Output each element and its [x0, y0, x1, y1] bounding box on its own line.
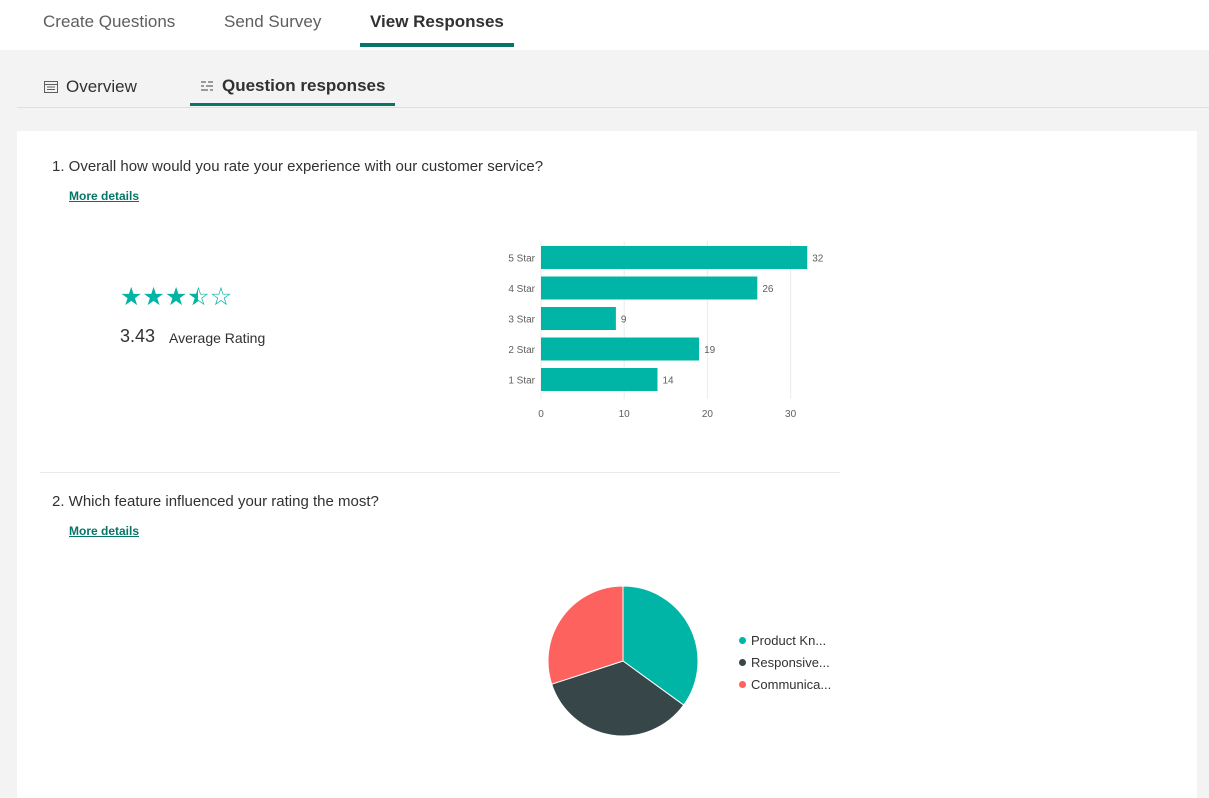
bar[interactable] — [541, 307, 616, 330]
y-category-label: 2 Star — [508, 345, 535, 356]
responses-card: 1. Overall how would you rate your exper… — [17, 131, 1197, 798]
average-rating-label: Average Rating — [169, 330, 266, 346]
subtab-question-responses-label: Question responses — [222, 75, 386, 95]
star-empty-icon: ☆ — [209, 282, 233, 311]
legend-dot — [739, 680, 746, 688]
bar-value-label: 32 — [812, 254, 824, 265]
bar-value-label: 26 — [762, 284, 774, 295]
question-1-more-details-link[interactable]: More details — [69, 189, 139, 203]
top-navigation: Create Questions Send Survey View Respon… — [0, 0, 1209, 50]
subtab-overview[interactable]: Overview — [44, 68, 137, 106]
sub-navigation: Overview Question responses — [17, 68, 1209, 108]
question-2-title: 2. Which feature influenced your rating … — [52, 493, 379, 510]
legend-label: Responsive... — [751, 654, 830, 670]
x-tick-label: 10 — [619, 409, 631, 420]
legend-label: Communica... — [751, 676, 832, 692]
tab-view-responses[interactable]: View Responses — [360, 0, 514, 47]
y-category-label: 5 Star — [508, 254, 535, 265]
star-half-icon: ☆★ — [187, 282, 210, 311]
y-category-label: 1 Star — [508, 376, 535, 387]
star-full-icon: ★ — [164, 282, 188, 311]
star-full-icon: ★ — [120, 282, 143, 311]
legend-item: Responsive... — [739, 651, 831, 673]
x-tick-label: 20 — [702, 409, 714, 420]
overview-icon — [44, 81, 58, 93]
legend-item: Communica... — [739, 673, 831, 695]
average-rating-value: 3.43 — [120, 326, 156, 346]
bar[interactable] — [541, 337, 700, 361]
bar-value-label: 9 — [621, 315, 627, 326]
question-2-more-details-link[interactable]: More details — [69, 524, 139, 538]
bar-value-label: 19 — [704, 345, 716, 356]
bar-value-label: 14 — [662, 376, 674, 387]
question-divider — [40, 472, 840, 473]
bar[interactable] — [541, 276, 758, 300]
star-full-icon: ★ — [142, 282, 165, 311]
rating-bar-chart: 0 10 20 30 5 Star 32 4 Star 26 3 Star 9 2 Star 19 1 … — [508, 241, 824, 420]
question-responses-icon — [201, 80, 213, 91]
legend-dot — [739, 636, 746, 644]
tab-send-survey[interactable]: Send Survey — [224, 0, 321, 47]
tab-create-questions[interactable]: Create Questions — [43, 0, 175, 47]
x-tick-label: 0 — [538, 409, 544, 420]
y-category-label: 3 Star — [508, 315, 535, 326]
star-rating: ★★★☆★☆ — [120, 283, 232, 311]
x-tick-label: 30 — [785, 409, 797, 420]
subtab-question-responses[interactable]: Question responses — [190, 68, 396, 106]
bar[interactable] — [541, 246, 808, 269]
pie-legend: Product Kn... Responsive... Communica... — [739, 629, 831, 695]
legend-label: Product Kn... — [751, 632, 827, 648]
legend-dot — [739, 658, 746, 666]
legend-item: Product Kn... — [739, 629, 831, 651]
feature-pie-chart — [547, 585, 699, 737]
bar[interactable] — [541, 368, 658, 391]
subtab-overview-label: Overview — [66, 77, 137, 96]
question-1-title: 1. Overall how would you rate your exper… — [52, 158, 544, 175]
y-category-label: 4 Star — [508, 284, 535, 295]
